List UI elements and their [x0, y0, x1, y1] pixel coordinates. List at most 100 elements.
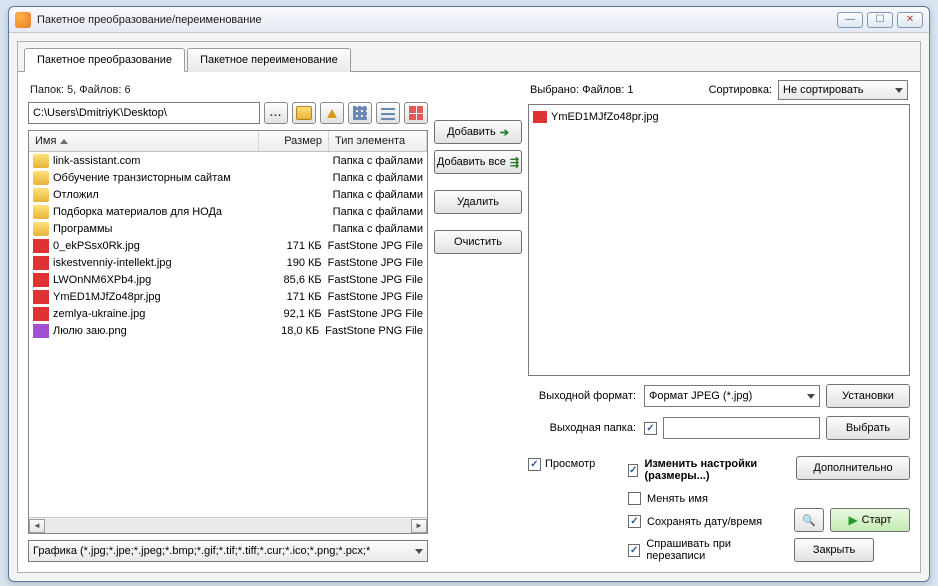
- view-thumbs-button[interactable]: [404, 102, 428, 124]
- output-folder-label: Выходная папка:: [528, 422, 638, 434]
- file-size: 171 КБ: [259, 291, 328, 303]
- remove-button[interactable]: Удалить: [434, 190, 522, 214]
- preview-checkbox[interactable]: ✓: [528, 458, 541, 471]
- png-icon: [33, 324, 49, 338]
- file-row[interactable]: Оббучение транзисторным сайтамПапка с фа…: [29, 169, 427, 186]
- header-type[interactable]: Тип элемента: [329, 131, 427, 151]
- add-button[interactable]: Добавить➔: [434, 120, 522, 144]
- file-row[interactable]: LWOnNM6XPb4.jpg85,6 КБFastStone JPG File: [29, 271, 427, 288]
- file-browser: Имя Размер Тип элемента link-assistant.c…: [28, 130, 428, 534]
- jpg-icon: [33, 273, 49, 287]
- path-input[interactable]: [28, 102, 260, 124]
- file-row[interactable]: Люлю заю.png18,0 КБFastStone PNG File: [29, 322, 427, 339]
- ask-overwrite-label: Спрашивать при перезаписи: [646, 538, 784, 562]
- keep-date-checkbox[interactable]: ✓: [628, 515, 641, 528]
- view-list-button[interactable]: [376, 102, 400, 124]
- scroll-right-button[interactable]: ►: [411, 519, 427, 533]
- chevron-down-icon: [415, 549, 423, 554]
- file-type: FastStone JPG File: [328, 291, 423, 303]
- output-format-label: Выходной формат:: [528, 390, 638, 402]
- scroll-track[interactable]: [45, 519, 411, 533]
- file-type: FastStone JPG File: [328, 240, 423, 252]
- rename-checkbox[interactable]: [628, 492, 641, 505]
- jpg-icon: [33, 307, 49, 321]
- file-size: 171 КБ: [259, 240, 328, 252]
- chevron-down-icon: [895, 88, 903, 93]
- output-folder-input[interactable]: [663, 417, 820, 439]
- tab-rename[interactable]: Пакетное переименование: [187, 48, 351, 72]
- file-row[interactable]: link-assistant.comПапка с файлами: [29, 152, 427, 169]
- file-filter-value: Графика (*.jpg;*.jpe;*.jpeg;*.bmp;*.gif;…: [33, 545, 370, 557]
- file-filter-select[interactable]: Графика (*.jpg;*.jpe;*.jpeg;*.bmp;*.gif;…: [28, 540, 428, 562]
- ask-overwrite-checkbox[interactable]: ✓: [628, 544, 640, 557]
- file-type: Папка с файлами: [333, 189, 423, 201]
- start-button[interactable]: ▶Старт: [830, 508, 910, 532]
- file-type: FastStone PNG File: [325, 325, 423, 337]
- output-format-select[interactable]: Формат JPEG (*.jpg): [644, 385, 820, 407]
- file-row[interactable]: Отложил Папка с файлами: [29, 186, 427, 203]
- folder-up-button[interactable]: [320, 102, 344, 124]
- maximize-button[interactable]: ☐: [867, 12, 893, 28]
- file-row[interactable]: ПрограммыПапка с файлами: [29, 220, 427, 237]
- close-button[interactable]: ✕: [897, 12, 923, 28]
- folder-icon: [33, 222, 49, 236]
- file-row[interactable]: iskestvenniy-intellekt.jpg190 КБFastSton…: [29, 254, 427, 271]
- output-folder-browse-button[interactable]: Выбрать: [826, 416, 910, 440]
- file-row[interactable]: zemlya-ukraine.jpg92,1 КБFastStone JPG F…: [29, 305, 427, 322]
- preview-magnify-button[interactable]: 🔍: [794, 508, 824, 532]
- folder-file-counts: Папок: 5, Файлов: 6: [28, 80, 428, 102]
- selected-count-label: Выбрано: Файлов: 1: [530, 84, 633, 96]
- view-details-button[interactable]: [348, 102, 372, 124]
- middle-buttons: Добавить➔ Добавить все⇶ Удалить Очистить: [428, 80, 528, 562]
- file-type: FastStone JPG File: [328, 308, 423, 320]
- file-name: iskestvenniy-intellekt.jpg: [53, 257, 259, 269]
- add-all-button[interactable]: Добавить все⇶: [434, 150, 522, 174]
- minimize-button[interactable]: —: [837, 12, 863, 28]
- tab-convert[interactable]: Пакетное преобразование: [24, 48, 185, 72]
- selected-files-list[interactable]: YmED1MJfZo48pr.jpg: [528, 104, 910, 376]
- file-name: Программы: [53, 223, 263, 235]
- sort-select[interactable]: Не сортировать: [778, 80, 908, 100]
- output-folder-checkbox[interactable]: ✓: [644, 422, 657, 435]
- file-row[interactable]: 0_ekPSsx0Rk.jpg171 КБFastStone JPG File: [29, 237, 427, 254]
- selected-item-name: YmED1MJfZo48pr.jpg: [551, 111, 659, 123]
- chevron-down-icon: [807, 394, 815, 399]
- resize-checkbox[interactable]: ✓: [628, 464, 638, 477]
- file-size: 18,0 КБ: [257, 325, 325, 337]
- file-name: 0_ekPSsx0Rk.jpg: [53, 240, 259, 252]
- file-row[interactable]: Подборка материалов для НОДаПапка с файл…: [29, 203, 427, 220]
- folder-icon: [33, 205, 49, 219]
- right-panel: Выбрано: Файлов: 1 Сортировка: Не сортир…: [528, 80, 910, 562]
- titlebar[interactable]: Пакетное преобразование/переименование —…: [9, 7, 929, 33]
- advanced-button[interactable]: Дополнительно: [796, 456, 910, 480]
- scroll-left-button[interactable]: ◄: [29, 519, 45, 533]
- rename-label: Менять имя: [647, 493, 708, 505]
- header-name[interactable]: Имя: [29, 131, 259, 151]
- file-size: 85,6 КБ: [259, 274, 328, 286]
- header-size[interactable]: Размер: [259, 131, 329, 151]
- file-type: FastStone JPG File: [328, 257, 423, 269]
- file-type: Папка с файлами: [333, 206, 423, 218]
- format-settings-button[interactable]: Установки: [826, 384, 910, 408]
- file-type: Папка с файлами: [333, 172, 423, 184]
- keep-date-label: Сохранять дату/время: [647, 516, 762, 528]
- browse-path-button[interactable]: ...: [264, 102, 288, 124]
- h-scrollbar[interactable]: ◄ ►: [29, 517, 427, 533]
- file-name: YmED1MJfZo48pr.jpg: [53, 291, 259, 303]
- file-size: 92,1 КБ: [259, 308, 328, 320]
- resize-label: Изменить настройки (размеры...): [644, 458, 784, 482]
- folder-icon: [33, 188, 49, 202]
- folder-yellow-button[interactable]: [292, 102, 316, 124]
- sort-label: Сортировка:: [709, 84, 772, 96]
- file-type: Папка с файлами: [333, 155, 423, 167]
- file-row[interactable]: YmED1MJfZo48pr.jpg171 КБFastStone JPG Fi…: [29, 288, 427, 305]
- sort-asc-icon: [60, 139, 68, 144]
- close-dialog-button[interactable]: Закрыть: [794, 538, 874, 562]
- tab-bar: Пакетное преобразование Пакетное переиме…: [18, 42, 920, 72]
- selected-item[interactable]: YmED1MJfZo48pr.jpg: [533, 109, 905, 125]
- jpg-icon: [33, 290, 49, 304]
- clear-button[interactable]: Очистить: [434, 230, 522, 254]
- file-rows[interactable]: link-assistant.comПапка с файламиОббучен…: [29, 152, 427, 517]
- window-title: Пакетное преобразование/переименование: [37, 14, 837, 26]
- file-name: Отложил: [53, 189, 263, 201]
